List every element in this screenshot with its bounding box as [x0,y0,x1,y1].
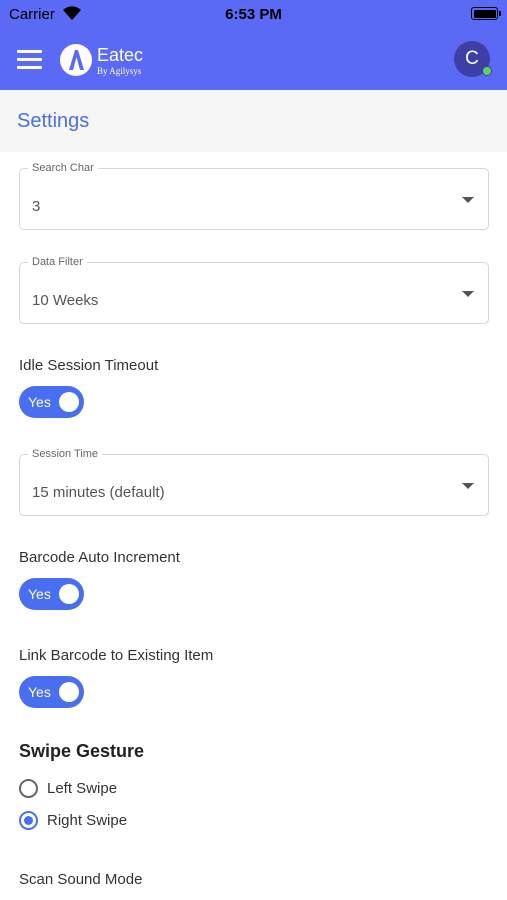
swipe-gesture-heading: Swipe Gesture [19,741,145,761]
data-filter-value: 10 Weeks [32,292,99,309]
toggle-knob [59,392,79,412]
caret-down-icon [462,197,474,203]
toggle-text: Yes [28,586,51,602]
session-time-label: Session Time [28,448,103,460]
agilysys-logo-icon [60,44,92,76]
caret-down-icon [462,483,474,489]
idle-timeout-toggle[interactable]: Yes [19,386,84,418]
link-barcode-label: Link Barcode to Existing Item [19,647,214,664]
logo-subtitle: By Agilysys [97,66,142,76]
search-char-label: Search Char [28,162,98,174]
logo-name: Eatec [97,45,144,65]
radio-checked-icon [19,811,38,830]
link-barcode-toggle[interactable]: Yes [19,676,84,708]
radio-label: Left Swipe [47,780,118,797]
scan-sound-label: Scan Sound Mode [19,871,143,888]
avatar-initial: C [465,48,479,69]
search-char-select[interactable]: Search Char 3 [19,162,489,230]
battery-icon [471,7,501,20]
radio-label: Right Swipe [47,812,128,829]
toggle-text: Yes [28,684,51,700]
online-status-dot [482,66,492,76]
caret-down-icon [462,291,474,297]
toggle-knob [59,682,79,702]
session-time-value: 15 minutes (default) [32,484,165,501]
hamburger-menu-icon[interactable] [17,50,42,69]
status-bar: Carrier 6:53 PM [0,0,507,30]
idle-timeout-label: Idle Session Timeout [19,357,159,374]
data-filter-label: Data Filter [28,256,87,268]
status-time: 6:53 PM [225,6,282,23]
session-time-select[interactable]: Session Time 15 minutes (default) [19,448,489,516]
data-filter-select[interactable]: Data Filter 10 Weeks [19,256,489,324]
toggle-text: Yes [28,394,51,410]
search-char-value: 3 [32,198,41,215]
toggle-knob [59,584,79,604]
radio-unchecked-icon [19,779,38,798]
barcode-increment-toggle[interactable]: Yes [19,578,84,610]
barcode-increment-label: Barcode Auto Increment [19,549,180,566]
page-title: Settings [17,110,90,132]
